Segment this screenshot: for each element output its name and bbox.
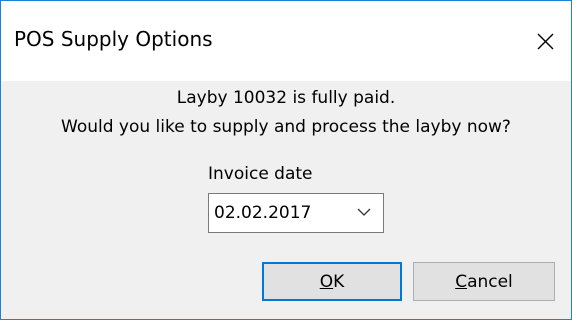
ok-button[interactable]: OK [262,262,402,301]
dialog-title: POS Supply Options [14,27,213,51]
chevron-down-icon [357,208,371,216]
cancel-button-label: ancel [467,271,513,292]
close-icon [537,33,553,49]
ok-button-label: K [333,271,345,292]
title-bar[interactable]: POS Supply Options [1,1,571,81]
ok-button-mnemonic: O [319,271,334,292]
invoice-date-value: 02.02.2017 [214,203,312,223]
pos-supply-options-dialog: POS Supply Options Layby 10032 is fully … [0,0,572,320]
invoice-date-label: Invoice date [208,164,313,184]
cancel-button[interactable]: Cancel [413,262,555,301]
message-line-1: Layby 10032 is fully paid. [176,88,396,108]
cancel-button-mnemonic: C [455,271,468,292]
close-button[interactable] [519,17,571,65]
invoice-date-dropdown[interactable]: 02.02.2017 [208,193,384,233]
message-line-2: Would you like to supply and process the… [61,117,511,137]
dialog-body: Layby 10032 is fully paid. Would you lik… [1,81,571,319]
